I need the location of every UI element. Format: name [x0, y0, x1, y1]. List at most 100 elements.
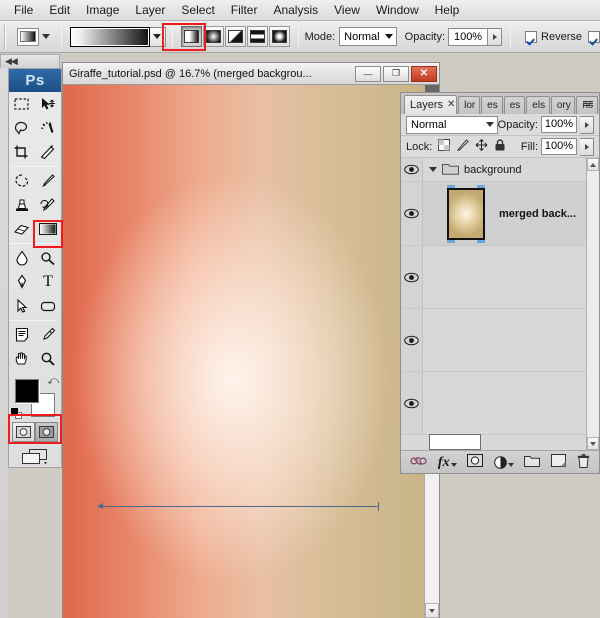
layer-fill-slider-button[interactable]: [580, 138, 594, 156]
layer-opacity-slider-button[interactable]: [580, 116, 594, 134]
menu-item-image[interactable]: Image: [78, 1, 127, 19]
scroll-up-button[interactable]: [587, 158, 599, 171]
clone-stamp-tool[interactable]: [9, 193, 35, 217]
crop-tool[interactable]: [9, 140, 35, 164]
reverse-option[interactable]: Reverse: [525, 31, 582, 43]
layer-blend-mode-select[interactable]: Normal: [406, 116, 498, 134]
dodge-tool[interactable]: [35, 246, 61, 270]
gradient-tool[interactable]: [35, 217, 61, 241]
menu-item-layer[interactable]: Layer: [127, 1, 173, 19]
angle-gradient-button[interactable]: [225, 26, 246, 47]
image-canvas[interactable]: [63, 85, 425, 618]
list-item[interactable]: [401, 372, 599, 435]
marquee-tool[interactable]: [9, 92, 35, 116]
maximize-button[interactable]: ❐: [383, 66, 409, 82]
menu-item-file[interactable]: File: [6, 1, 41, 19]
hand-tool[interactable]: [9, 347, 35, 371]
gradient-preview-swatch[interactable]: [70, 27, 150, 47]
link-layers-icon[interactable]: [410, 455, 427, 470]
blend-mode-select[interactable]: Normal: [339, 27, 397, 46]
linear-gradient-button[interactable]: [181, 26, 202, 47]
lock-image-pixels-icon[interactable]: [456, 139, 469, 154]
tab-history[interactable]: ory: [551, 96, 576, 114]
layer-visibility-toggle[interactable]: [401, 182, 423, 245]
layer-visibility-toggle[interactable]: [401, 372, 423, 434]
radial-gradient-button[interactable]: [203, 26, 224, 47]
dither-option[interactable]: [588, 31, 600, 43]
tab-color[interactable]: lor: [458, 96, 480, 114]
healing-brush-tool[interactable]: [9, 169, 35, 193]
layers-list-scrollbar[interactable]: [586, 158, 599, 450]
menu-item-window[interactable]: Window: [368, 1, 427, 19]
close-icon[interactable]: ✕: [447, 96, 455, 114]
move-tool[interactable]: [35, 92, 61, 116]
lock-transparent-pixels-icon[interactable]: [438, 139, 450, 154]
options-bar-grip[interactable]: [2, 24, 8, 50]
eraser-tool[interactable]: [9, 217, 35, 241]
layer-opacity-input[interactable]: 100%: [541, 116, 577, 133]
scroll-down-button[interactable]: [425, 603, 439, 618]
adjustment-layer-icon[interactable]: [494, 456, 514, 469]
scroll-down-button[interactable]: [587, 437, 599, 450]
layer-group-name[interactable]: background: [464, 164, 522, 176]
menu-item-help[interactable]: Help: [427, 1, 468, 19]
reverse-checkbox[interactable]: [525, 31, 537, 43]
layer-fill-input[interactable]: 100%: [541, 138, 577, 155]
list-item[interactable]: [401, 309, 599, 372]
layer-name-edit-field[interactable]: [429, 434, 481, 450]
layer-thumbnail[interactable]: [447, 188, 485, 240]
diamond-gradient-button[interactable]: [269, 26, 290, 47]
delete-layer-icon[interactable]: [577, 454, 590, 471]
table-row[interactable]: merged back...: [401, 182, 599, 246]
history-brush-tool[interactable]: [35, 193, 61, 217]
blur-tool[interactable]: [9, 246, 35, 270]
magic-wand-tool[interactable]: [35, 116, 61, 140]
document-title-bar[interactable]: Giraffe_tutorial.psd @ 16.7% (merged bac…: [63, 63, 439, 85]
standard-mode-button[interactable]: [12, 422, 35, 442]
notes-tool[interactable]: [9, 323, 35, 347]
foreground-color-swatch[interactable]: [15, 379, 39, 403]
quick-mask-mode-button[interactable]: [35, 422, 58, 442]
swap-colors-icon[interactable]: ⤺: [47, 375, 59, 388]
lasso-tool[interactable]: [9, 116, 35, 140]
tab-layers[interactable]: Layers ✕: [404, 95, 457, 114]
dither-checkbox[interactable]: [588, 31, 600, 43]
minimize-button[interactable]: —: [355, 66, 381, 82]
type-tool[interactable]: T: [35, 270, 61, 294]
tab-styles[interactable]: es: [481, 96, 503, 114]
default-colors-icon[interactable]: [11, 408, 23, 420]
zoom-tool[interactable]: [35, 347, 61, 371]
opacity-slider-button[interactable]: [488, 28, 502, 46]
tab-paths[interactable]: es: [504, 96, 526, 114]
opacity-input[interactable]: 100%: [448, 28, 488, 46]
menu-item-filter[interactable]: Filter: [223, 1, 266, 19]
reflected-gradient-button[interactable]: [247, 26, 268, 47]
close-button[interactable]: ✕: [411, 66, 437, 82]
screen-mode-button[interactable]: [11, 446, 59, 467]
menu-item-edit[interactable]: Edit: [41, 1, 78, 19]
menu-item-view[interactable]: View: [326, 1, 368, 19]
layer-visibility-toggle[interactable]: [401, 246, 423, 308]
layer-mask-icon[interactable]: [467, 454, 483, 470]
menu-item-select[interactable]: Select: [173, 1, 222, 19]
slice-tool[interactable]: [35, 140, 61, 164]
lock-all-icon[interactable]: [494, 139, 506, 154]
list-item[interactable]: [401, 246, 599, 309]
pen-tool[interactable]: [9, 270, 35, 294]
new-layer-icon[interactable]: [551, 454, 566, 470]
layer-group-row[interactable]: background: [401, 158, 599, 182]
path-selection-tool[interactable]: [9, 294, 35, 318]
gradient-preset-picker[interactable]: [68, 27, 166, 47]
lock-position-icon[interactable]: [475, 139, 488, 154]
eyedropper-tool[interactable]: [35, 323, 61, 347]
menu-item-analysis[interactable]: Analysis: [265, 1, 326, 19]
tool-preset-picker[interactable]: [12, 28, 55, 46]
tab-channels[interactable]: els: [526, 96, 550, 114]
toolbar-collapse-header[interactable]: ◀◀: [0, 54, 60, 68]
layer-name[interactable]: merged back...: [499, 208, 576, 220]
layer-visibility-toggle[interactable]: [401, 309, 423, 371]
shape-tool[interactable]: [35, 294, 61, 318]
gradient-picker-dropdown[interactable]: [150, 27, 166, 47]
layer-style-fx-icon[interactable]: fx: [438, 456, 457, 469]
panel-menu-icon[interactable]: [583, 96, 597, 110]
